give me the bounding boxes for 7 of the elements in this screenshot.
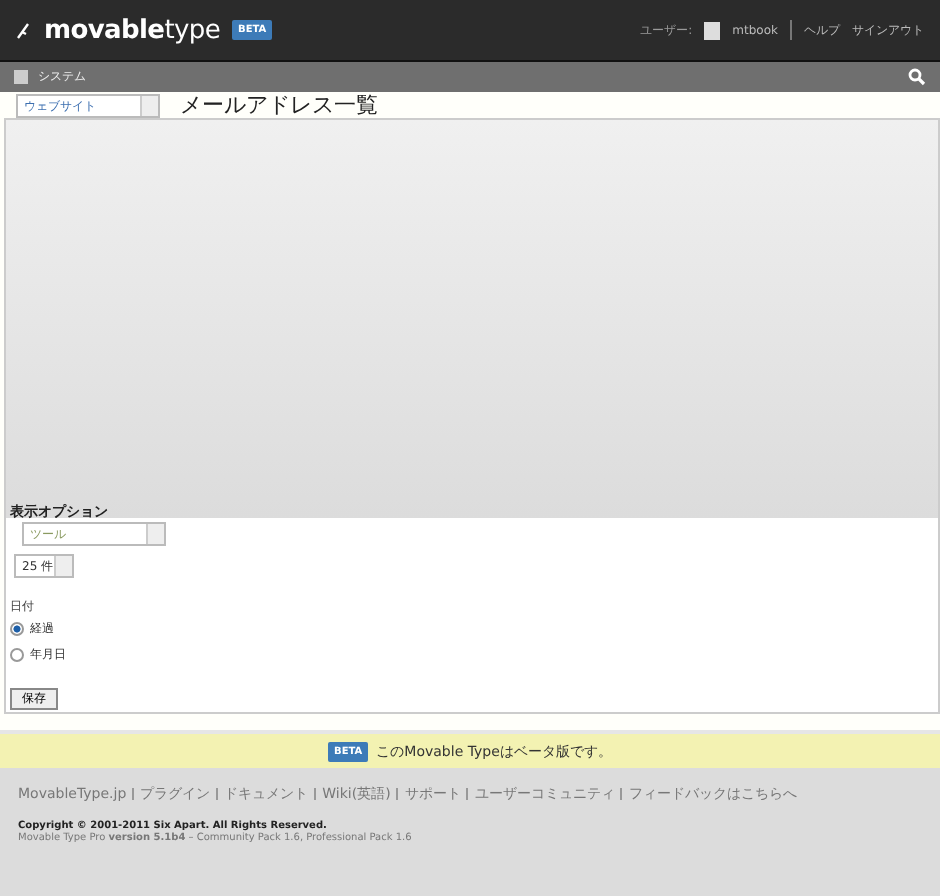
page-title: メールアドレス一覧 [180, 92, 378, 118]
logo[interactable]: movabletype [44, 15, 221, 45]
avatar-icon [704, 21, 721, 39]
logo-icon [16, 20, 32, 40]
search-icon[interactable] [908, 68, 926, 86]
radio-button[interactable] [10, 648, 24, 662]
radio-button[interactable] [10, 622, 24, 636]
